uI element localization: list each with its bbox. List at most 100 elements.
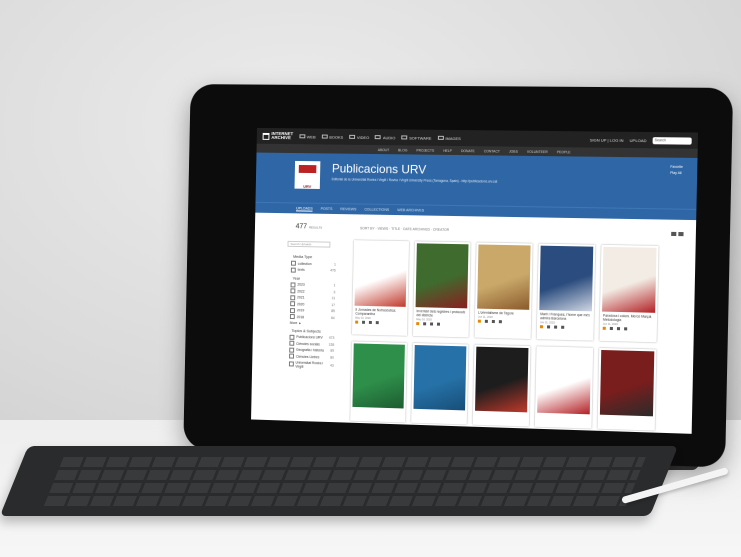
tab-collections[interactable]: COLLECTIONS — [364, 208, 389, 212]
nav-audio[interactable]: AUDIO — [374, 135, 395, 140]
collection-logo: URV — [294, 160, 321, 189]
facet-row[interactable]: texts 476 — [290, 267, 336, 273]
facet-count: 85 — [331, 309, 335, 314]
text-icon — [539, 325, 544, 328]
upload-link[interactable]: UPLOAD — [630, 137, 647, 142]
subnav-projects[interactable]: PROJECTS — [416, 148, 434, 152]
web-icon — [298, 134, 305, 139]
facet-row[interactable]: Publicacions URV 473 — [289, 334, 334, 340]
book-cover — [537, 348, 592, 415]
result-card[interactable]: II Jornades de Nutracèutica: Comparantha… — [351, 240, 410, 336]
image-icon — [437, 135, 444, 140]
result-card[interactable] — [534, 346, 594, 429]
tablet-device: INTERNET ARCHIVE WEB BOOKS VIDEO AUDIO S… — [183, 84, 734, 468]
checkbox[interactable] — [289, 334, 295, 340]
archive-logo[interactable]: INTERNET ARCHIVE — [262, 131, 293, 140]
signin-link[interactable]: SIGN UP | LOG IN — [590, 137, 624, 142]
facet-row[interactable]: 2018 64 — [289, 314, 335, 320]
nav-images-label: IMAGES — [445, 135, 461, 141]
facet-row[interactable]: Geografia i història 89 — [289, 347, 334, 353]
nav-software[interactable]: SOFTWARE — [401, 135, 432, 140]
list-view-icon[interactable] — [678, 232, 684, 237]
checkbox[interactable] — [290, 267, 296, 273]
checkbox[interactable] — [289, 347, 295, 353]
floppy-icon — [401, 135, 408, 140]
comment-icon — [375, 321, 379, 324]
facet-row[interactable]: collection 1 — [290, 260, 336, 267]
subnav-blog[interactable]: BLOG — [398, 148, 407, 152]
facet-row[interactable]: Universitat Rovira i Virgili 43 — [288, 360, 334, 369]
sort-bar[interactable]: SORT BY · VIEWS · TITLE · DATE ARCHIVED … — [360, 226, 449, 232]
nav-video-label: VIDEO — [356, 134, 370, 140]
more-years-link[interactable]: More ▸ — [290, 320, 335, 325]
book-icon — [321, 134, 328, 139]
result-card[interactable]: Inventari dels registres i protocols del… — [412, 241, 471, 338]
tablet-screen: INTERNET ARCHIVE WEB BOOKS VIDEO AUDIO S… — [251, 127, 699, 434]
grid-view-icon[interactable] — [671, 231, 677, 237]
year-heading: Year — [292, 276, 301, 281]
checkbox[interactable] — [289, 340, 295, 346]
subnav-jobs[interactable]: JOBS — [509, 149, 518, 153]
nav-video[interactable]: VIDEO — [349, 134, 370, 140]
nav-images[interactable]: IMAGES — [437, 135, 461, 141]
result-card[interactable]: Paradoxa i colors. Mercè Marçal, Metodol… — [599, 244, 659, 343]
search-input[interactable]: Search — [652, 136, 692, 145]
result-count-label: RESULTS — [308, 225, 323, 230]
checkbox[interactable] — [289, 353, 295, 359]
chevron-right-icon: ▸ — [299, 320, 301, 325]
tab-posts[interactable]: POSTS — [321, 207, 333, 211]
checkbox[interactable] — [290, 281, 296, 287]
facet-row[interactable]: 2022 3 — [290, 288, 335, 294]
facet-row[interactable]: 2023 1 — [290, 281, 336, 288]
checkbox[interactable] — [289, 314, 295, 320]
facet-label: Ciències socials — [296, 341, 320, 346]
facet-row[interactable]: 2020 17 — [290, 301, 335, 307]
facet-row[interactable]: Ciències Lletres 80 — [289, 353, 334, 360]
uploads-search-input[interactable]: Search Uploads — [287, 240, 331, 248]
checkbox[interactable] — [290, 294, 296, 300]
text-icon — [416, 322, 420, 325]
tab-web-archives[interactable]: WEB ARCHIVES — [397, 208, 424, 212]
tab-uploads[interactable]: UPLOADS — [295, 205, 313, 212]
checkbox[interactable] — [290, 260, 296, 266]
book-cover — [539, 245, 594, 312]
facet-row[interactable]: 2019 85 — [290, 307, 335, 314]
tab-reviews[interactable]: REVIEWS — [340, 207, 356, 211]
film-icon — [349, 134, 355, 139]
checkbox[interactable] — [290, 301, 296, 307]
facet-count: 1 — [333, 283, 336, 288]
facet-count: 158 — [328, 342, 335, 347]
book-cover — [413, 345, 467, 411]
subnav-volunteer[interactable]: VOLUNTEER — [527, 149, 548, 153]
nav-books[interactable]: BOOKS — [321, 134, 343, 139]
result-card[interactable] — [597, 347, 657, 431]
facet-label: 2019 — [296, 308, 305, 313]
subnav-help[interactable]: HELP — [443, 148, 452, 152]
facet-count: 476 — [330, 268, 336, 273]
facet-row[interactable]: Ciències socials 158 — [289, 340, 335, 347]
subnav-about[interactable]: ABOUT — [378, 148, 390, 152]
result-card[interactable] — [411, 342, 469, 425]
subnav-people[interactable]: PEOPLE — [557, 150, 571, 154]
nav-web[interactable]: WEB — [298, 133, 316, 139]
comment-icon — [624, 327, 628, 330]
card-stats — [355, 320, 404, 325]
result-card[interactable] — [472, 344, 531, 427]
checkbox[interactable] — [290, 307, 295, 313]
facet-label: Geografia i història — [296, 347, 324, 353]
subnav-contact[interactable]: CONTACT — [484, 149, 500, 153]
facet-label: 2023 — [297, 282, 305, 287]
facet-row[interactable]: 2021 11 — [290, 294, 335, 301]
play-all-link[interactable]: Play All — [670, 170, 683, 176]
result-card[interactable] — [350, 341, 407, 423]
subnav-donate[interactable]: DONATE — [461, 149, 475, 153]
nav-web-label: WEB — [306, 133, 316, 139]
checkbox[interactable] — [288, 361, 294, 367]
result-card[interactable]: Martí i Franquès, l'home que més admira … — [536, 243, 596, 341]
card-title: Inventari dels registres i protocols del… — [416, 309, 466, 318]
result-card[interactable]: L'orientalisme de Tagore Jun 11, 2020 — [474, 242, 533, 340]
text-icon — [602, 326, 606, 330]
view-toggle[interactable] — [671, 231, 684, 237]
star-icon — [368, 320, 372, 324]
checkbox[interactable] — [290, 288, 296, 294]
